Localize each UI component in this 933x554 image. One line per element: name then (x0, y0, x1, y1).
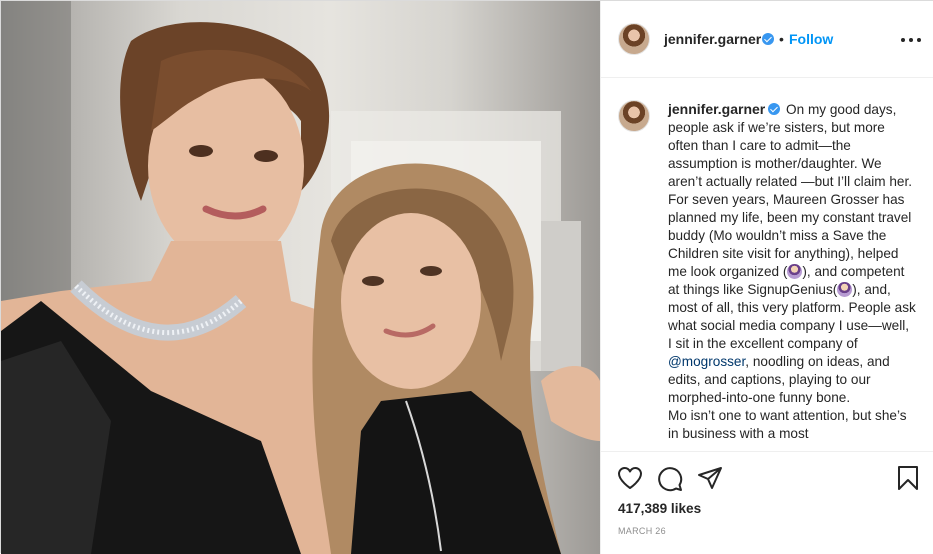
action-bar (601, 453, 933, 501)
separator-dot: • (779, 31, 784, 47)
comment-icon[interactable] (657, 466, 683, 492)
more-options-icon[interactable] (899, 30, 923, 48)
post-photo[interactable] (1, 1, 600, 554)
author-avatar[interactable] (618, 23, 650, 55)
post-caption: jennifer.garner On my good days, people … (668, 100, 916, 443)
follow-button[interactable]: Follow (789, 31, 833, 47)
likes-count[interactable]: 417,389 likes (618, 501, 701, 516)
post-details-panel: jennifer.garner • Follow jennifer.garner… (600, 1, 933, 554)
post-header: jennifer.garner • Follow (601, 1, 933, 78)
author-username[interactable]: jennifer.garner (664, 31, 761, 47)
paper-plane-icon[interactable] (697, 466, 723, 490)
bookmark-icon[interactable] (897, 465, 919, 491)
verified-badge-icon (768, 103, 781, 115)
woman-emoji-icon (837, 282, 853, 297)
caption-text-1: On my good days, people ask if we’re sis… (668, 102, 913, 279)
instagram-post: jennifer.garner • Follow jennifer.garner… (0, 0, 933, 554)
heart-icon[interactable] (617, 466, 643, 490)
mention-link[interactable]: @mogrosser (668, 354, 745, 369)
caption-text-5: Mo isn’t one to want attention, but she’… (668, 408, 907, 441)
post-date[interactable]: MARCH 26 (618, 526, 666, 536)
photo-illustration (1, 1, 600, 554)
caption-section[interactable]: jennifer.garner On my good days, people … (601, 79, 933, 452)
woman-emoji-icon (787, 264, 803, 279)
verified-badge-icon (762, 33, 774, 45)
caption-author-avatar[interactable] (618, 100, 650, 132)
caption-author-username[interactable]: jennifer.garner (668, 101, 765, 117)
